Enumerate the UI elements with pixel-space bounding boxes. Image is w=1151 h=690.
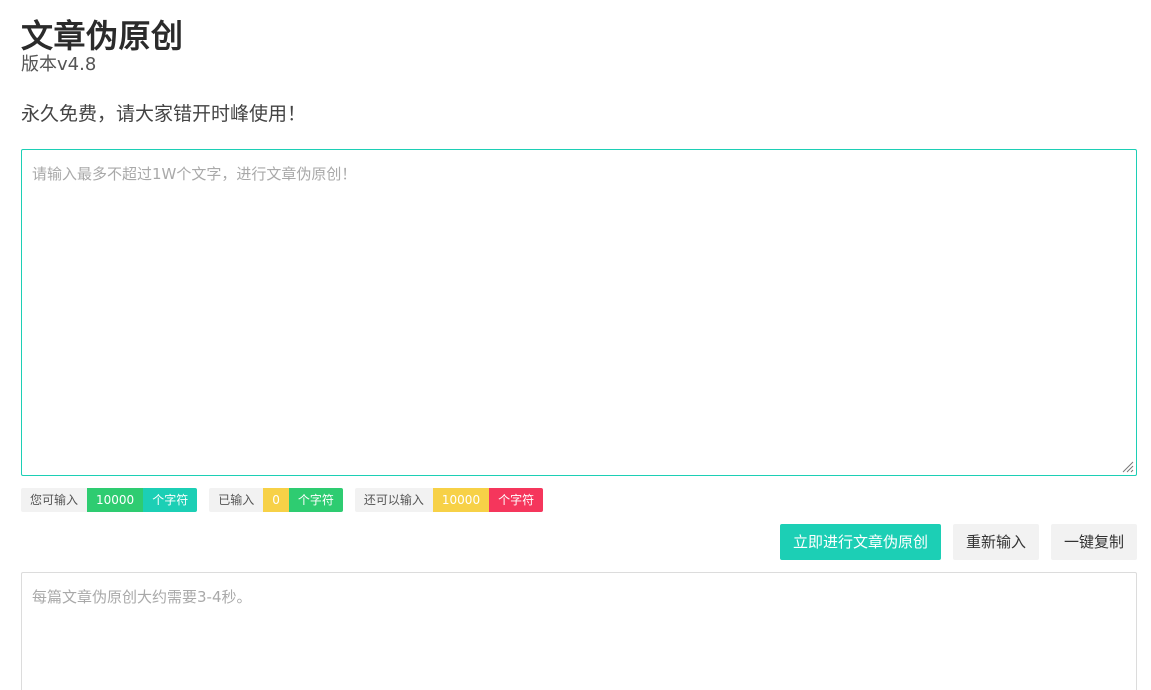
rewrite-button[interactable]: 立即进行文章伪原创 [779, 524, 941, 560]
resize-grip-icon[interactable] [1120, 459, 1134, 473]
counter-value: 10000 [432, 488, 490, 512]
page: 文章伪原创 版本v4.8 永久免费，请大家错开时峰使用！ 您可输入 10000 … [0, 0, 1151, 690]
article-input[interactable] [21, 149, 1137, 476]
counter-label: 还可以输入 [354, 488, 433, 512]
counter-value: 10000 [87, 488, 144, 512]
page-title: 文章伪原创 [21, 17, 184, 55]
counter-unit: 个字符 [143, 488, 198, 512]
counter-label: 已输入 [209, 488, 264, 512]
counter-max: 您可输入 10000 个字符 [21, 488, 198, 512]
version-label: 版本v4.8 [21, 54, 97, 75]
tagline: 永久免费，请大家错开时峰使用！ [21, 103, 307, 125]
counter-label: 您可输入 [21, 488, 88, 512]
action-buttons: 立即进行文章伪原创 重新输入 一键复制 [779, 524, 1137, 560]
char-counters: 您可输入 10000 个字符 已输入 0 个字符 还可以输入 10000 个字符 [21, 488, 555, 512]
counter-remaining: 还可以输入 10000 个字符 [354, 488, 544, 512]
copy-button[interactable]: 一键复制 [1050, 524, 1137, 560]
reset-button[interactable]: 重新输入 [952, 524, 1039, 560]
counter-unit: 个字符 [489, 488, 544, 512]
counter-entered: 已输入 0 个字符 [209, 488, 343, 512]
result-output[interactable] [21, 572, 1137, 690]
counter-value: 0 [263, 488, 289, 512]
counter-unit: 个字符 [288, 488, 343, 512]
